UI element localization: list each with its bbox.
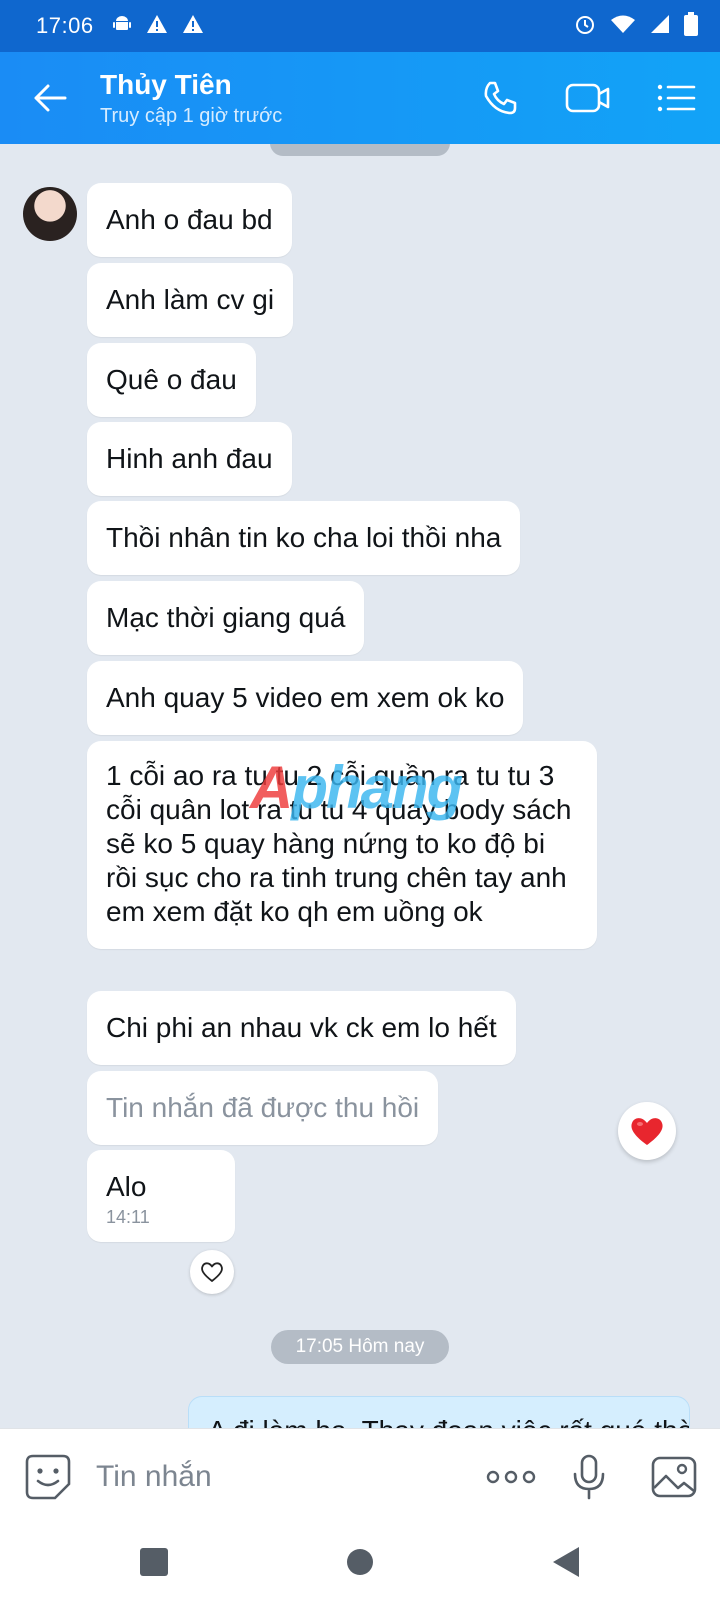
video-call-button[interactable] bbox=[544, 52, 632, 144]
time-divider: 17:05 Hôm nay bbox=[271, 1330, 449, 1364]
microphone-icon bbox=[573, 1454, 605, 1499]
recalled-message-bubble[interactable]: Tin nhắn đã được thu hồi bbox=[87, 1071, 439, 1145]
message-bubble[interactable]: Anh quay 5 video em xem ok ko bbox=[87, 661, 524, 735]
more-button[interactable] bbox=[472, 1429, 550, 1525]
like-button[interactable] bbox=[190, 1250, 234, 1294]
back-icon bbox=[553, 1547, 579, 1577]
home-icon bbox=[347, 1549, 373, 1575]
sticker-icon bbox=[25, 1454, 71, 1499]
message-bubble[interactable]: Alo 14:11 bbox=[87, 1150, 235, 1242]
message-time: 14:11 bbox=[106, 1207, 150, 1227]
battery-icon bbox=[684, 11, 698, 41]
alert-icon bbox=[182, 14, 204, 39]
message-list[interactable]: Anh o đau bd Anh làm cv gi Quê o đau Hin… bbox=[0, 144, 720, 1428]
signal-icon bbox=[650, 14, 670, 39]
message-input[interactable]: Tin nhắn bbox=[96, 1460, 212, 1494]
image-icon bbox=[651, 1456, 697, 1497]
message-bubble[interactable]: Thồi nhân tin ko cha loi thồi nha bbox=[87, 501, 521, 575]
wifi-icon bbox=[610, 14, 636, 39]
sticker-button[interactable] bbox=[0, 1429, 96, 1525]
message-bubble[interactable]: Quê o đau bbox=[87, 343, 256, 417]
contact-name: Thủy Tiên bbox=[100, 68, 232, 100]
voice-button[interactable] bbox=[550, 1429, 628, 1525]
heart-outline-icon bbox=[201, 1262, 223, 1282]
message-bubble[interactable]: Anh o đau bd bbox=[87, 183, 292, 257]
android-icon bbox=[112, 14, 132, 39]
message-bubble[interactable]: Anh làm cv gi bbox=[87, 263, 294, 337]
status-time: 17:06 bbox=[36, 13, 94, 38]
recent-apps-icon bbox=[140, 1548, 168, 1576]
phone-icon bbox=[484, 81, 517, 115]
call-button[interactable] bbox=[456, 52, 544, 144]
message-text: Alo bbox=[106, 1171, 147, 1202]
home-button[interactable] bbox=[257, 1524, 463, 1600]
video-call-icon bbox=[565, 83, 610, 113]
heart-reaction[interactable] bbox=[618, 1102, 676, 1160]
message-input-bar: Tin nhắn bbox=[0, 1428, 720, 1524]
last-seen: Truy cập 1 giờ trước bbox=[100, 104, 283, 127]
sent-message-bubble[interactable]: A đi làm ha. Thay đoạn việc rất quá thời bbox=[188, 1396, 690, 1428]
more-icon bbox=[486, 1470, 536, 1483]
alert-icon bbox=[146, 14, 168, 39]
menu-button[interactable] bbox=[632, 52, 720, 144]
avatar[interactable] bbox=[23, 187, 77, 241]
heart-icon bbox=[631, 1118, 663, 1145]
recent-apps-button[interactable] bbox=[51, 1524, 257, 1600]
arrow-left-icon bbox=[34, 84, 67, 112]
date-divider bbox=[270, 144, 450, 156]
message-bubble[interactable]: Mạc thời giang quá bbox=[87, 581, 365, 655]
contact-info[interactable]: Thủy Tiên Truy cập 1 giờ trước bbox=[100, 69, 282, 128]
menu-icon bbox=[657, 84, 696, 112]
chat-header: Thủy Tiên Truy cập 1 giờ trước bbox=[0, 52, 720, 144]
alarm-icon bbox=[574, 13, 596, 40]
back-button[interactable] bbox=[0, 52, 100, 144]
message-bubble[interactable]: Hinh anh đau bbox=[87, 422, 292, 496]
message-bubble[interactable]: Chi phi an nhau vk ck em lo hết bbox=[87, 991, 516, 1065]
system-nav-bar bbox=[0, 1524, 720, 1600]
back-nav-button[interactable] bbox=[463, 1524, 669, 1600]
watermark-logo: Aphang bbox=[250, 754, 463, 821]
image-button[interactable] bbox=[628, 1429, 720, 1525]
status-bar: 17:06 bbox=[0, 0, 720, 52]
